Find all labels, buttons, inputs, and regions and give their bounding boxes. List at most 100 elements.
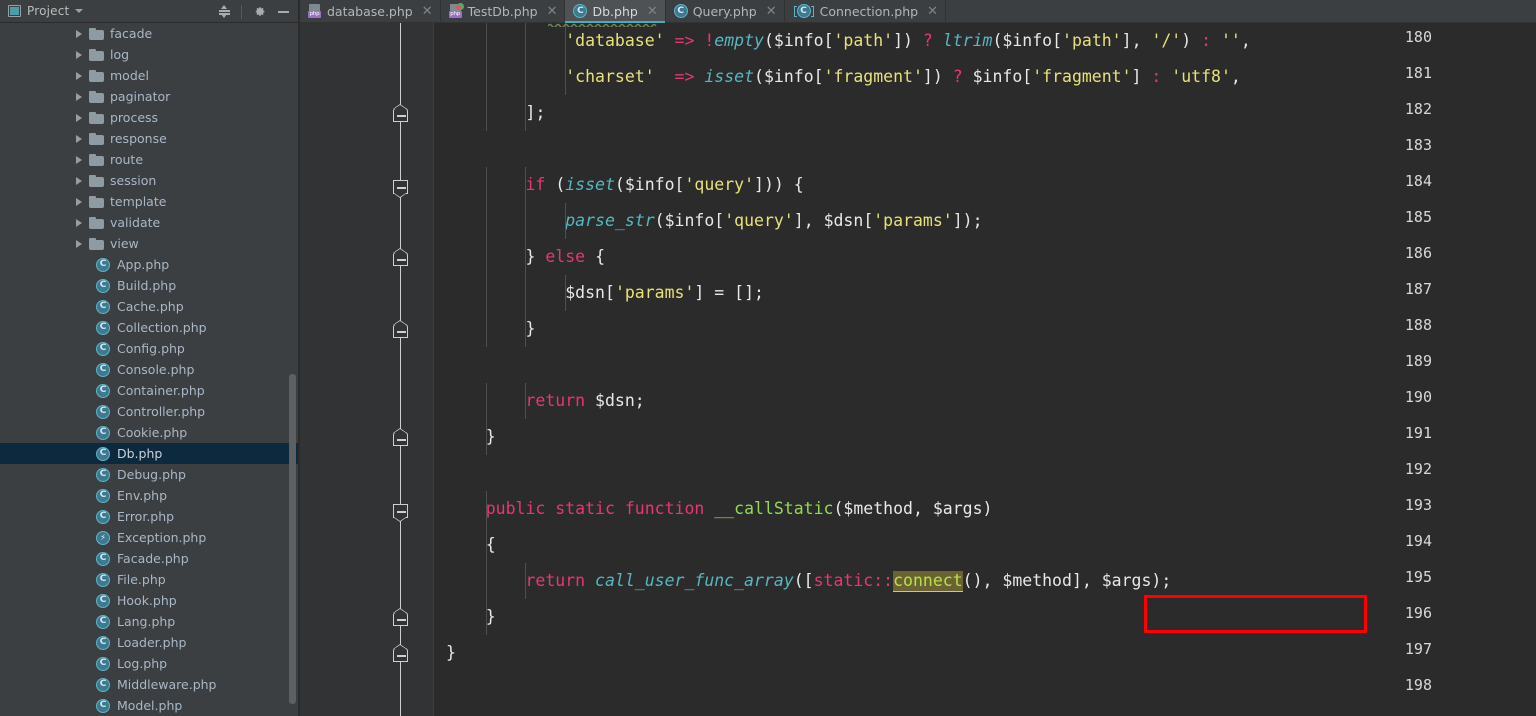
tree-item-lang-php[interactable]: C Lang.php xyxy=(0,611,300,632)
code-editor[interactable]: 180 181 182 183 184 185 186 187 188 189 190 191 192 1… xyxy=(300,23,1536,716)
code-line[interactable]: return $dsn; xyxy=(434,383,1536,419)
tree-item-loader-php[interactable]: C Loader.php xyxy=(0,632,300,653)
code-line[interactable]: public static function __callStatic($met… xyxy=(434,491,1536,527)
editor-gutter[interactable] xyxy=(300,23,434,716)
hide-panel-button[interactable] xyxy=(272,2,294,22)
tree-item-template[interactable]: template xyxy=(0,191,300,212)
expand-arrow-icon[interactable] xyxy=(76,134,82,143)
editor-tab-db-php[interactable]: C Db.php ✕ xyxy=(565,0,666,23)
editor-tab-connection-php[interactable]: C Connection.php ✕ xyxy=(785,0,947,22)
code-line[interactable] xyxy=(434,455,1536,491)
code-folding-column[interactable] xyxy=(392,23,410,716)
fold-marker[interactable] xyxy=(393,320,408,338)
chevron-down-icon[interactable] xyxy=(75,9,84,13)
expand-arrow-icon[interactable] xyxy=(76,176,82,185)
code-text-area[interactable]: 'database' => !empty($info['path']) ? lt… xyxy=(434,23,1536,716)
expand-arrow-icon[interactable] xyxy=(76,50,82,59)
tree-item-label: model xyxy=(110,68,149,83)
expand-arrow-icon[interactable] xyxy=(76,92,82,101)
tree-item-env-php[interactable]: C Env.php xyxy=(0,485,300,506)
expand-arrow-icon[interactable] xyxy=(76,113,82,122)
tree-item-view[interactable]: view xyxy=(0,233,300,254)
tree-item-session[interactable]: session xyxy=(0,170,300,191)
code-line[interactable]: 'database' => !empty($info['path']) ? lt… xyxy=(434,23,1536,59)
indent-guide xyxy=(485,383,487,419)
editor-tab-testdb-php[interactable]: php TestDb.php ✕ xyxy=(441,0,566,22)
tab-close-icon[interactable]: ✕ xyxy=(422,5,433,18)
fold-marker[interactable] xyxy=(393,504,408,522)
code-line[interactable]: 'charset' => isset($info['fragment']) ? … xyxy=(434,59,1536,95)
expand-arrow-icon[interactable] xyxy=(76,218,82,227)
code-line[interactable] xyxy=(434,131,1536,167)
tree-item-debug-php[interactable]: C Debug.php xyxy=(0,464,300,485)
code-line[interactable]: parse_str($info['query'], $dsn['params']… xyxy=(434,203,1536,239)
php-class-icon: C xyxy=(96,446,110,461)
tree-item-validate[interactable]: validate xyxy=(0,212,300,233)
tree-item-container-php[interactable]: C Container.php xyxy=(0,380,300,401)
code-line[interactable]: { xyxy=(434,527,1536,563)
php-test-file-icon: php xyxy=(448,3,464,18)
expand-arrow-icon[interactable] xyxy=(76,29,82,38)
tree-item-route[interactable]: route xyxy=(0,149,300,170)
code-line[interactable]: } xyxy=(434,599,1536,635)
tree-item-console-php[interactable]: C Console.php xyxy=(0,359,300,380)
tree-item-app-php[interactable]: C App.php xyxy=(0,254,300,275)
tree-item-label: Loader.php xyxy=(117,635,187,650)
expand-arrow-icon[interactable] xyxy=(76,239,82,248)
editor-tab-query-php[interactable]: C Query.php ✕ xyxy=(666,0,785,22)
php-class-icon: C xyxy=(96,509,110,524)
code-line[interactable] xyxy=(434,347,1536,383)
project-file-tree[interactable]: facade log model paginator process response ro… xyxy=(0,23,300,716)
code-line[interactable] xyxy=(434,671,1536,707)
indent-guide xyxy=(525,167,527,203)
tab-close-icon[interactable]: ✕ xyxy=(766,5,777,18)
code-line[interactable]: if (isset($info['query'])) { xyxy=(434,167,1536,203)
fold-marker[interactable] xyxy=(393,104,408,122)
fold-marker[interactable] xyxy=(393,248,408,266)
tree-item-middleware-php[interactable]: C Middleware.php xyxy=(0,674,300,695)
tree-item-config-php[interactable]: C Config.php xyxy=(0,338,300,359)
tree-item-cache-php[interactable]: C Cache.php xyxy=(0,296,300,317)
settings-button[interactable] xyxy=(248,2,270,22)
fold-marker[interactable] xyxy=(393,180,408,198)
project-icon xyxy=(8,5,21,17)
tree-item-log-php[interactable]: C Log.php xyxy=(0,653,300,674)
tree-item-model[interactable]: model xyxy=(0,65,300,86)
tree-item-file-php[interactable]: C File.php xyxy=(0,569,300,590)
tab-close-icon[interactable]: ✕ xyxy=(547,5,558,18)
tab-close-icon[interactable]: ✕ xyxy=(927,5,938,18)
tree-item-model-php[interactable]: C Model.php xyxy=(0,695,300,716)
tree-item-exception-php[interactable]: ⚡ Exception.php xyxy=(0,527,300,548)
code-line[interactable]: } else { xyxy=(434,239,1536,275)
tree-item-paginator[interactable]: paginator xyxy=(0,86,300,107)
expand-arrow-icon[interactable] xyxy=(76,155,82,164)
tree-item-process[interactable]: process xyxy=(0,107,300,128)
fold-marker[interactable] xyxy=(393,608,408,626)
collapse-all-button[interactable] xyxy=(213,2,235,22)
code-line[interactable]: } xyxy=(434,311,1536,347)
tree-item-cookie-php[interactable]: C Cookie.php xyxy=(0,422,300,443)
code-line[interactable]: } xyxy=(434,419,1536,455)
expand-arrow-icon[interactable] xyxy=(76,71,82,80)
code-line[interactable]: $dsn['params'] = []; xyxy=(434,275,1536,311)
expand-arrow-icon[interactable] xyxy=(76,197,82,206)
tree-item-response[interactable]: response xyxy=(0,128,300,149)
code-line[interactable]: } xyxy=(434,635,1536,671)
editor-tab-database-php[interactable]: php database.php ✕ xyxy=(300,0,441,22)
tree-item-facade[interactable]: facade xyxy=(0,23,300,44)
tree-item-controller-php[interactable]: C Controller.php xyxy=(0,401,300,422)
tree-item-build-php[interactable]: C Build.php xyxy=(0,275,300,296)
fold-marker[interactable] xyxy=(393,428,408,446)
sidebar-scrollbar-thumb[interactable] xyxy=(289,374,296,704)
tree-item-db-php[interactable]: C Db.php xyxy=(0,443,300,464)
tree-item-log[interactable]: log xyxy=(0,44,300,65)
tree-item-error-php[interactable]: C Error.php xyxy=(0,506,300,527)
tree-item-hook-php[interactable]: C Hook.php xyxy=(0,590,300,611)
tree-item-facade-php[interactable]: C Facade.php xyxy=(0,548,300,569)
code-line[interactable]: ]; xyxy=(434,95,1536,131)
tree-item-collection-php[interactable]: C Collection.php xyxy=(0,317,300,338)
code-line[interactable]: return call_user_func_array([static::con… xyxy=(434,563,1536,599)
fold-marker[interactable] xyxy=(393,644,408,662)
tab-label: Query.php xyxy=(692,3,757,19)
tab-close-icon[interactable]: ✕ xyxy=(647,5,658,18)
